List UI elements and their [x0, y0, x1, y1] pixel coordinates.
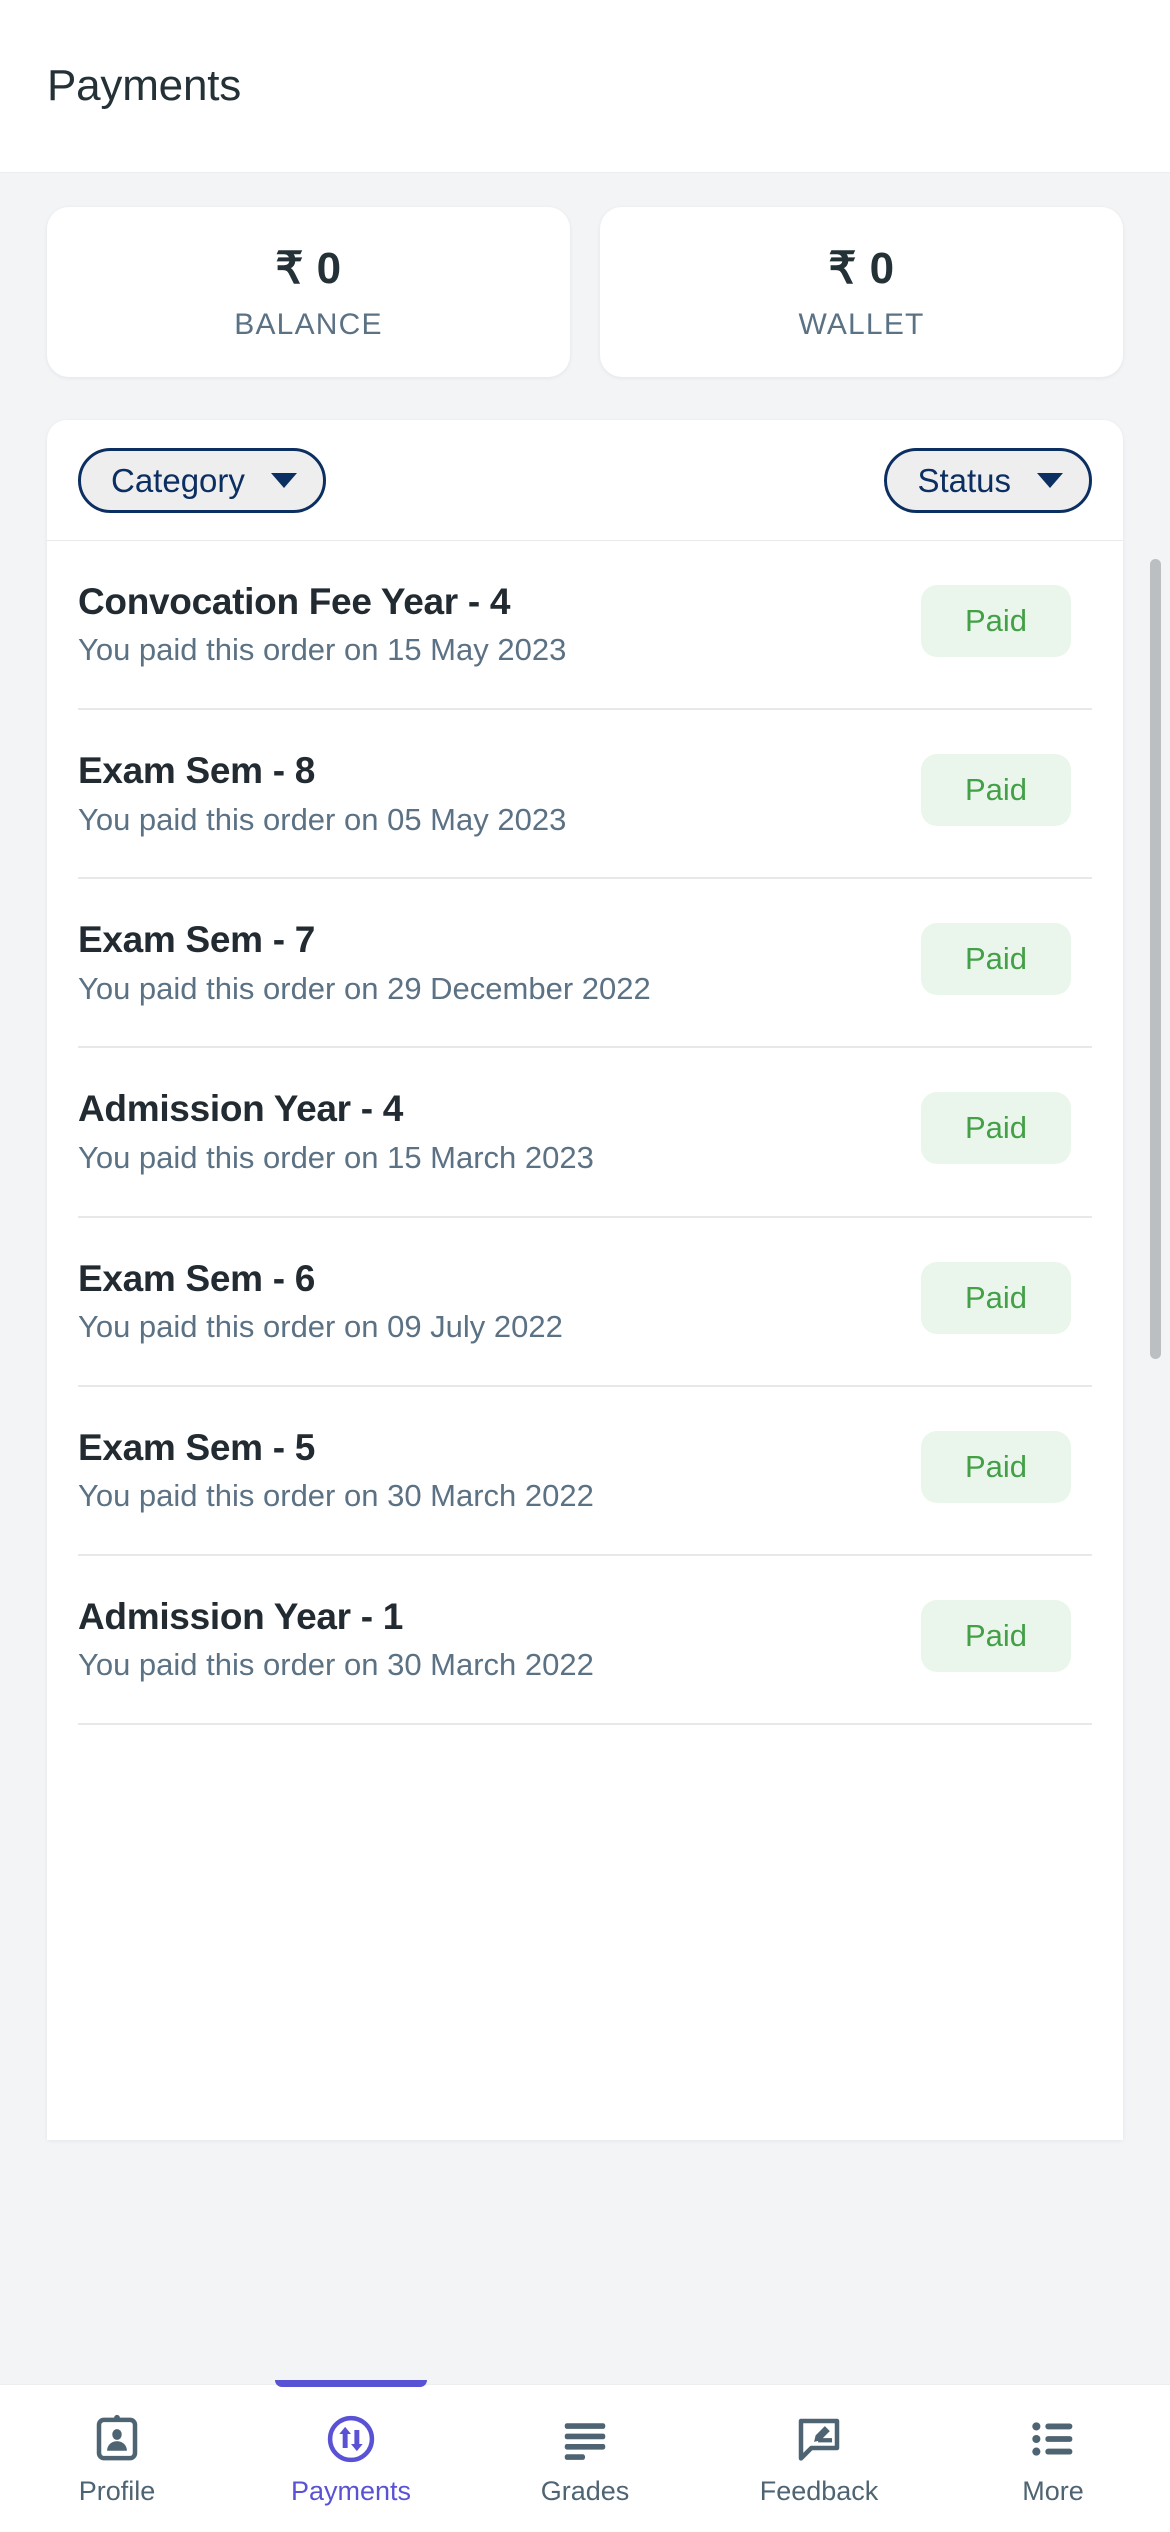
- nav-item-label: Feedback: [759, 2476, 879, 2506]
- payment-subtitle: You paid this order on 29 December 2022: [78, 970, 651, 1006]
- payment-subtitle: You paid this order on 15 May 2023: [78, 632, 567, 668]
- nav-item-feedback[interactable]: Feedback: [702, 2385, 936, 2532]
- payment-row[interactable]: Exam Sem - 5 You paid this order on 30 Ma…: [47, 1387, 1123, 1514]
- wallet-card[interactable]: ₹ 0 WALLET: [600, 207, 1123, 377]
- payment-title: Exam Sem - 8: [78, 750, 316, 792]
- nav-item-label: Payments: [290, 2476, 412, 2506]
- payment-texts: Convocation Fee Year - 4 You paid this or…: [78, 579, 921, 668]
- payment-title: Exam Sem - 7: [78, 919, 316, 961]
- wallet-label: WALLET: [798, 307, 925, 341]
- status-badge: Paid: [921, 1599, 1071, 1672]
- transfer-arrows-circle-icon: [324, 2412, 378, 2466]
- status-badge: Paid: [921, 923, 1071, 996]
- payments-screen: Payments ₹ 0 BALANCE ₹ 0 WALLET Category: [0, 0, 1170, 2532]
- payment-texts: Admission Year - 1 You paid this order on…: [78, 1594, 921, 1683]
- bottom-navigation: Profile Payments Grades Feedback More: [0, 2384, 1170, 2532]
- payment-title: Exam Sem - 6: [78, 1257, 316, 1299]
- payment-title: Admission Year - 1: [78, 1595, 403, 1637]
- payment-row[interactable]: Exam Sem - 7 You paid this order on 29 De…: [47, 879, 1123, 1006]
- payment-subtitle: You paid this order on 09 July 2022: [78, 1309, 563, 1345]
- status-badge: Paid: [921, 754, 1071, 827]
- payment-subtitle: You paid this order on 30 March 2022: [78, 1647, 594, 1683]
- nav-item-more[interactable]: More: [936, 2385, 1170, 2532]
- balance-amount: ₹ 0: [275, 243, 342, 293]
- payment-title: Exam Sem - 5: [78, 1426, 316, 1468]
- status-badge: Paid: [921, 585, 1071, 657]
- payment-row[interactable]: Exam Sem - 6 You paid this order on 09 Ju…: [47, 1218, 1123, 1345]
- payment-texts: Exam Sem - 5 You paid this order on 30 Ma…: [78, 1425, 921, 1514]
- payment-texts: Exam Sem - 8 You paid this order on 05 Ma…: [78, 748, 921, 837]
- filter-bar: Category Status: [47, 420, 1123, 541]
- category-filter-label: Category: [111, 462, 245, 499]
- content-scroll-area[interactable]: ₹ 0 BALANCE ₹ 0 WALLET Category Status C…: [0, 173, 1170, 2384]
- chevron-down-icon: [270, 473, 297, 488]
- status-filter-button[interactable]: Status: [884, 448, 1092, 513]
- payment-texts: Admission Year - 4 You paid this order on…: [78, 1086, 921, 1175]
- chevron-down-icon: [1037, 473, 1063, 488]
- payment-row[interactable]: Exam Sem - 8 You paid this order on 05 Ma…: [47, 710, 1123, 837]
- payments-panel: Category Status Convocation Fee Year - 4…: [47, 420, 1123, 2140]
- page-title: Payments: [47, 61, 242, 110]
- bulleted-list-icon: [1026, 2412, 1080, 2466]
- scrollbar-thumb[interactable]: [1150, 559, 1161, 1359]
- row-divider: [78, 1723, 1092, 1726]
- wallet-amount: ₹ 0: [828, 243, 895, 293]
- payment-row[interactable]: Admission Year - 1 You paid this order on…: [47, 1556, 1123, 1683]
- nav-item-grades[interactable]: Grades: [468, 2385, 702, 2532]
- speech-bubble-pencil-icon: [792, 2412, 846, 2466]
- status-badge: Paid: [921, 1261, 1071, 1334]
- payment-subtitle: You paid this order on 30 March 2022: [78, 1478, 594, 1514]
- payment-row[interactable]: Convocation Fee Year - 4 You paid this or…: [47, 541, 1123, 668]
- payment-title: Convocation Fee Year - 4: [78, 581, 511, 622]
- id-badge-icon: [90, 2412, 144, 2466]
- payment-subtitle: You paid this order on 05 May 2023: [78, 801, 567, 837]
- payments-list: Convocation Fee Year - 4 You paid this or…: [47, 541, 1123, 1726]
- nav-item-label: Grades: [540, 2476, 630, 2506]
- status-filter-label: Status: [917, 462, 1011, 499]
- lines-icon: [558, 2412, 612, 2466]
- balance-card[interactable]: ₹ 0 BALANCE: [47, 207, 570, 377]
- payment-row[interactable]: Admission Year - 4 You paid this order on…: [47, 1048, 1123, 1175]
- nav-item-payments[interactable]: Payments: [234, 2385, 468, 2532]
- nav-item-profile[interactable]: Profile: [0, 2385, 234, 2532]
- category-filter-button[interactable]: Category: [78, 448, 326, 513]
- status-badge: Paid: [921, 1092, 1071, 1165]
- scrollbar[interactable]: [1148, 173, 1162, 2384]
- payment-texts: Exam Sem - 7 You paid this order on 29 De…: [78, 917, 921, 1006]
- status-badge: Paid: [921, 1430, 1071, 1503]
- payment-subtitle: You paid this order on 15 March 2023: [78, 1139, 594, 1175]
- payment-title: Admission Year - 4: [78, 1088, 403, 1130]
- summary-cards: ₹ 0 BALANCE ₹ 0 WALLET: [0, 173, 1170, 377]
- nav-item-label: Profile: [78, 2476, 156, 2506]
- app-header: Payments: [0, 0, 1170, 173]
- balance-label: BALANCE: [234, 307, 383, 341]
- nav-item-label: More: [1022, 2476, 1084, 2506]
- payment-texts: Exam Sem - 6 You paid this order on 09 Ju…: [78, 1256, 921, 1345]
